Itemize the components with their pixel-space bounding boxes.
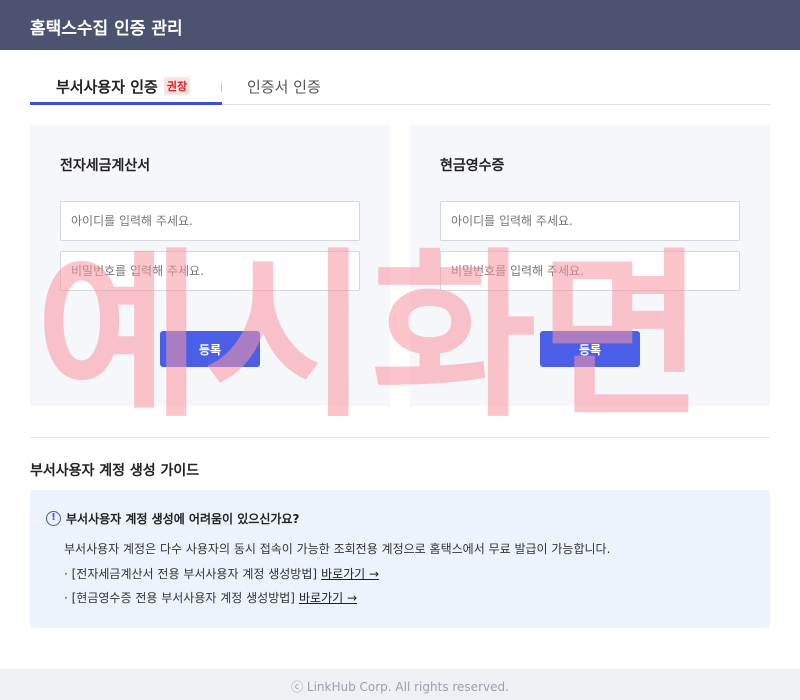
guide-heading: 부서사용자 계정 생성 가이드 xyxy=(30,463,200,479)
footer-copyright: ⓒ LinkHub Corp. All rights reserved. xyxy=(0,669,800,700)
info-icon: ! xyxy=(46,511,61,526)
guide-item-text: · [현금영수증 전용 부서사용자 계정 생성방법] xyxy=(64,591,295,605)
page-title: 홈택스수집 인증 관리 xyxy=(0,0,800,50)
cash-receipt-id-input[interactable] xyxy=(440,201,740,241)
cash-receipt-register-button[interactable]: 등록 xyxy=(540,331,640,367)
guide-question: 부서사용자 계정 생성에 어려움이 있으신가요? xyxy=(66,512,300,526)
tab-divider xyxy=(221,82,222,92)
guide-description: 부서사용자 계정은 다수 사용자의 동시 접속이 가능한 조회전용 계정으로 홈… xyxy=(64,542,611,556)
guide-item-text: · [전자세금계산서 전용 부서사용자 계정 생성방법] xyxy=(64,567,318,581)
tab-certificate-auth[interactable]: 인증서 인증 xyxy=(247,76,321,97)
e-tax-invoice-card: 전자세금계산서 등록 xyxy=(30,125,390,406)
card-title: 전자세금계산서 xyxy=(60,158,151,174)
guide-box: ! 부서사용자 계정 생성에 어려움이 있으신가요? 부서사용자 계정은 다수 … xyxy=(30,490,770,628)
guide-item-tax-invoice: · [전자세금계산서 전용 부서사용자 계정 생성방법] 바로가기 → xyxy=(64,565,379,582)
tax-invoice-id-input[interactable] xyxy=(60,201,360,241)
cash-receipt-guide-link[interactable]: 바로가기 → xyxy=(299,591,357,605)
cash-receipt-card: 현금영수증 등록 xyxy=(410,125,770,406)
recommended-badge: 권장 xyxy=(163,77,191,95)
tab-department-user-auth[interactable]: 부서사용자 인증 권장 xyxy=(30,76,222,105)
card-title: 현금영수증 xyxy=(440,158,505,174)
section-divider xyxy=(30,437,770,438)
cash-receipt-password-input[interactable] xyxy=(440,251,740,291)
guide-item-cash-receipt: · [현금영수증 전용 부서사용자 계정 생성방법] 바로가기 → xyxy=(64,589,357,606)
tab-label: 부서사용자 인증 xyxy=(56,78,158,96)
tax-invoice-guide-link[interactable]: 바로가기 → xyxy=(321,567,379,581)
tax-invoice-register-button[interactable]: 등록 xyxy=(160,331,260,367)
auth-tabs: 부서사용자 인증 권장 인증서 인증 xyxy=(30,60,770,105)
tax-invoice-password-input[interactable] xyxy=(60,251,360,291)
